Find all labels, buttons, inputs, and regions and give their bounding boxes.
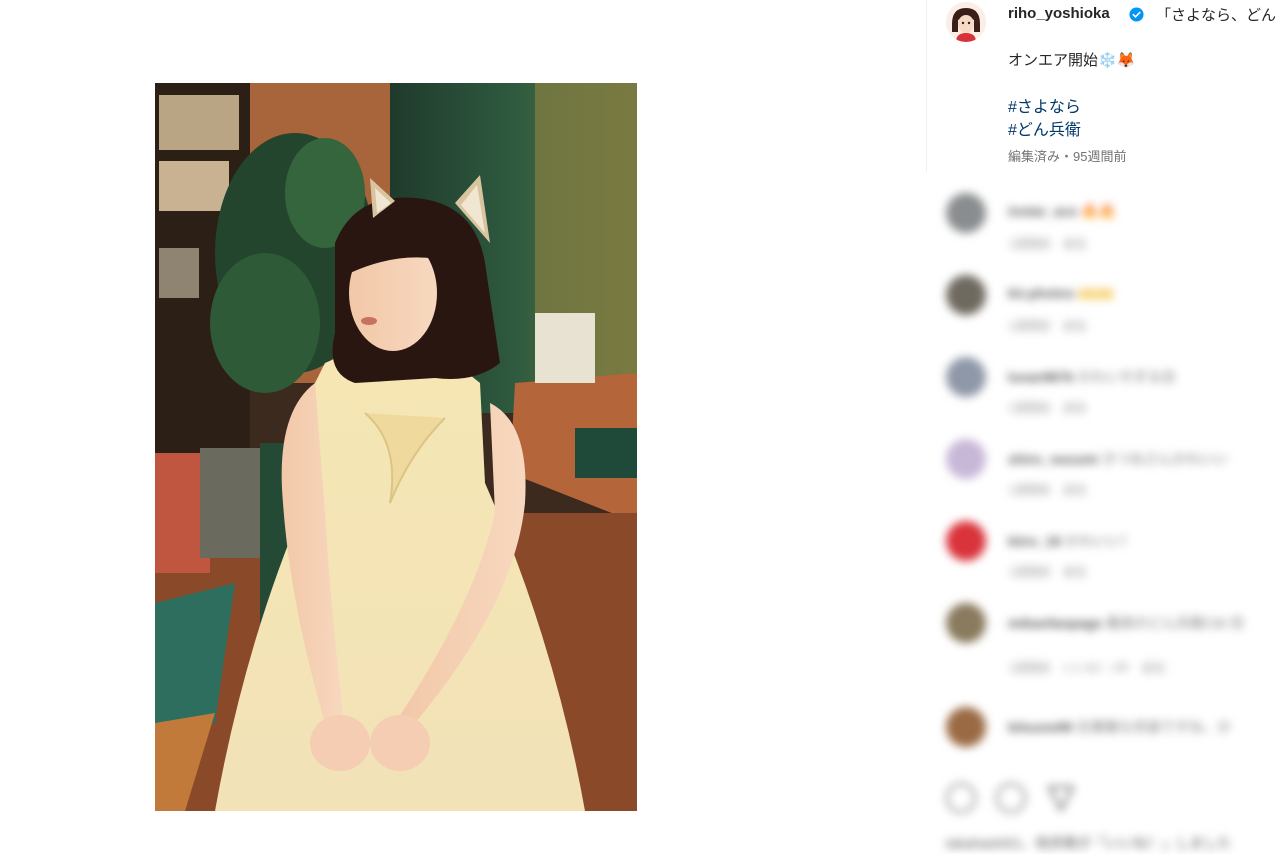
commenter-username[interactable]: kitsune99	[1008, 719, 1073, 735]
comment-body: 🙌🙌	[1078, 285, 1114, 301]
comment-meta: 1週間前 返信	[1008, 483, 1087, 497]
comment-item: kitsune99 😍素敵な衣装ですね、か	[926, 707, 1280, 777]
post-photo[interactable]	[155, 83, 637, 811]
comment-item: kir.photos 🙌🙌 1週間前 返信	[926, 275, 1280, 345]
comment-meta: 1週間前 返信	[1008, 401, 1087, 415]
post-actions	[946, 783, 1266, 823]
commenter-avatar[interactable]	[946, 275, 986, 315]
comment-body: 最高のどん兵衛CM 😍	[1106, 615, 1245, 631]
comment-meta: 1週間前 返信	[1008, 237, 1087, 251]
comment-text: shiro_nezumi きつねさんかわいい	[1008, 449, 1228, 469]
comment-body: かわいすぎる😍	[1077, 369, 1176, 385]
commenter-username[interactable]: kir.photos	[1008, 285, 1075, 301]
comment-icon[interactable]	[996, 783, 1026, 813]
commenter-username[interactable]: lunar9876	[1008, 369, 1073, 385]
comment-meta: 1週間前 いいね！1件 返信	[1008, 661, 1166, 675]
commenter-username[interactable]: mikanfanpage	[1008, 615, 1102, 631]
comment-body: 😍素敵な衣装ですね、か	[1076, 719, 1232, 735]
caption-text: 「さよなら、どん	[1156, 7, 1277, 24]
media-area	[0, 0, 926, 854]
comment-item: lunar9876 かわいすぎる😍 1週間前 返信	[926, 357, 1280, 427]
comment-body: きつねさんかわいい	[1102, 451, 1229, 467]
comment-body: 🔥🔥	[1081, 203, 1117, 219]
comment-item: mikanfanpage 最高のどん兵衛CM 😍 1週間前 いいね！1件 返信	[926, 603, 1280, 675]
verified-badge-icon	[1129, 7, 1144, 22]
sidebar-divider	[926, 0, 927, 172]
share-icon[interactable]	[1046, 783, 1076, 813]
hashtag-link[interactable]: #さよなら	[1008, 93, 1081, 117]
commenter-username[interactable]: instar_ace	[1008, 203, 1077, 219]
comment-text: instar_ace 🔥🔥	[1008, 203, 1116, 220]
comment-item: kiiro_18 かわいい！ 1週間前 返信	[926, 521, 1280, 591]
comment-item: shiro_nezumi きつねさんかわいい 1週間前 返信	[926, 439, 1280, 509]
comment-text: kitsune99 😍素敵な衣装ですね、か	[1008, 717, 1231, 737]
comment-text: mikanfanpage 最高のどん兵衛CM 😍	[1008, 613, 1244, 633]
commenter-avatar[interactable]	[946, 193, 986, 233]
comment-body: かわいい！	[1064, 533, 1135, 549]
commenter-avatar[interactable]	[946, 603, 986, 643]
heart-icon[interactable]	[946, 783, 976, 813]
commenter-avatar[interactable]	[946, 357, 986, 397]
commenter-username[interactable]: shiro_nezumi	[1008, 451, 1098, 467]
liked-by-text: takahashi01、他多数が「いいね！」しました	[946, 835, 1232, 851]
author-username[interactable]: riho_yoshioka	[1008, 5, 1110, 22]
hashtag-link[interactable]: #どん兵衛	[1008, 116, 1081, 140]
comment-meta: 1週間前 返信	[1008, 319, 1087, 333]
comment-text: lunar9876 かわいすぎる😍	[1008, 367, 1176, 387]
author-avatar[interactable]	[946, 2, 986, 42]
commenter-avatar[interactable]	[946, 521, 986, 561]
comment-list: instar_ace 🔥🔥 1週間前 返信 kir.photos 🙌🙌 1週間前…	[926, 175, 1280, 854]
comment-item: instar_ace 🔥🔥 1週間前 返信	[926, 193, 1280, 263]
post-meta: 編集済み・95週間前	[1008, 149, 1127, 164]
comment-meta: 1週間前 返信	[1008, 565, 1087, 579]
comment-text: kir.photos 🙌🙌	[1008, 285, 1114, 302]
commenter-avatar[interactable]	[946, 439, 986, 479]
commenter-avatar[interactable]	[946, 707, 986, 747]
photo-illustration	[155, 83, 637, 811]
avatar-illustration	[946, 2, 986, 42]
commenter-username[interactable]: kiiro_18	[1008, 533, 1061, 549]
post-sidebar: riho_yoshioka 「さよなら、どん オンエア開始❄️🦊 #さよなら #…	[926, 0, 1280, 854]
caption-line: オンエア開始❄️🦊	[1008, 52, 1136, 69]
comment-text: kiiro_18 かわいい！	[1008, 531, 1135, 551]
